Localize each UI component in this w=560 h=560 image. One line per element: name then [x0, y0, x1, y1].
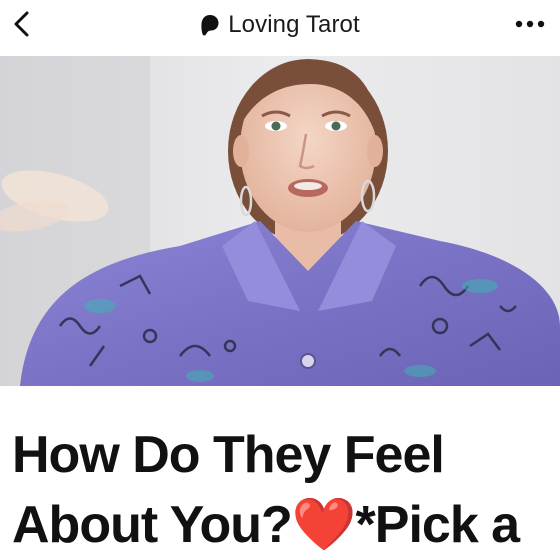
channel-title: Loving Tarot	[228, 11, 360, 38]
post-title: How Do They Feel About You?❤️*Pick a	[12, 426, 520, 554]
patreon-logo-icon	[201, 15, 219, 36]
chevron-left-icon	[14, 11, 29, 37]
video-thumbnail-image	[0, 56, 560, 386]
top-nav-bar: Loving Tarot	[0, 0, 560, 56]
more-horizontal-icon	[515, 20, 545, 28]
back-button[interactable]	[4, 6, 40, 42]
channel-header[interactable]: Loving Tarot	[200, 11, 360, 39]
more-options-button[interactable]	[510, 8, 550, 40]
video-thumbnail[interactable]	[0, 56, 560, 386]
